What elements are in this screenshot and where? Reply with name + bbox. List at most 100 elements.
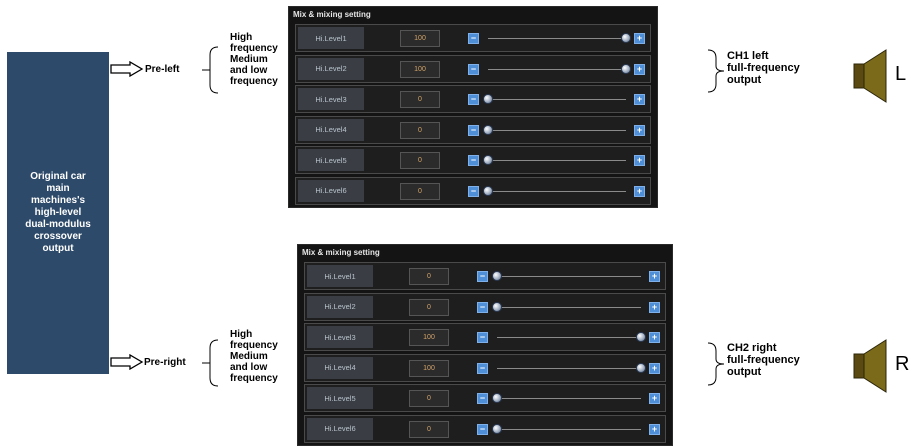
mix-row: Hi.Level2 100 − + [295, 54, 651, 83]
mix-panel-title: Mix & mixing setting [302, 248, 380, 257]
level-slider-track[interactable] [488, 160, 626, 161]
increase-button[interactable]: + [634, 155, 645, 166]
level-slider-track[interactable] [497, 398, 641, 399]
output-label-right: CH2 right full-frequency output [727, 342, 800, 378]
increase-button[interactable]: + [649, 271, 660, 282]
level-slider-track[interactable] [488, 129, 626, 131]
level-value-input[interactable]: 0 [400, 121, 440, 139]
decrease-button[interactable]: − [468, 94, 479, 105]
level-value-input[interactable]: 100 [400, 60, 440, 78]
pre-right-label: Pre-right [144, 357, 186, 368]
increase-button[interactable]: + [649, 393, 660, 404]
slider-knob-icon[interactable] [492, 423, 502, 434]
level-value-input[interactable]: 0 [400, 182, 440, 200]
level-slider-track[interactable] [488, 190, 626, 192]
level-value-input[interactable]: 0 [409, 268, 449, 285]
level-value-input[interactable]: 100 [409, 359, 449, 377]
slider-knob-icon[interactable] [621, 33, 631, 43]
row-name-label: Hi.Level5 [298, 149, 364, 171]
mix-row: Hi.Level6 0 − + [304, 414, 666, 443]
mix-panel-left: Mix & mixing setting Hi.Level1 100− + Hi.Le… [288, 6, 658, 208]
level-slider-track[interactable] [488, 68, 626, 70]
slider-knob-icon[interactable] [492, 301, 502, 312]
decrease-button[interactable]: − [468, 185, 479, 197]
row-name-label: Hi.Level2 [298, 57, 364, 80]
output-bracket-right-icon [707, 342, 725, 386]
row-name-label: Hi.Level6 [307, 417, 373, 440]
level-value-input[interactable]: 0 [409, 420, 449, 438]
decrease-button[interactable]: − [477, 362, 488, 374]
slider-knob-icon[interactable] [636, 332, 646, 342]
slider-knob-icon[interactable] [636, 362, 646, 373]
decrease-button[interactable]: − [468, 124, 479, 136]
mix-row: Hi.Level3 0 − + [295, 85, 651, 113]
mix-row: Hi.Level5 0 − + [295, 146, 651, 174]
decrease-button[interactable]: − [477, 423, 488, 435]
row-name-label: Hi.Level1 [307, 265, 373, 287]
mix-panel-title: Mix & mixing setting [293, 10, 371, 19]
level-slider-track[interactable] [497, 276, 641, 277]
side-letter-left: L [895, 63, 907, 85]
level-value-input[interactable]: 100 [400, 30, 440, 47]
slider-knob-icon[interactable] [492, 271, 502, 281]
slider-knob-icon[interactable] [483, 94, 493, 104]
mix-row: Hi.Level4 100 − + [304, 353, 666, 382]
output-bracket-left-icon [707, 49, 725, 93]
pre-right-arrow-icon [110, 354, 144, 370]
increase-button[interactable]: + [634, 124, 645, 136]
slider-knob-icon[interactable] [483, 155, 493, 165]
level-value-input[interactable]: 0 [409, 390, 449, 407]
level-slider-track[interactable] [488, 38, 626, 39]
level-slider-track[interactable] [497, 428, 641, 430]
increase-button[interactable]: + [634, 185, 645, 197]
increase-button[interactable]: + [649, 423, 660, 435]
row-name-label: Hi.Level3 [307, 326, 373, 348]
mix-row: Hi.Level1 0 − + [304, 262, 666, 290]
row-name-label: Hi.Level4 [298, 118, 364, 141]
increase-button[interactable]: + [634, 33, 645, 44]
pre-left-arrow-icon [110, 61, 144, 77]
decrease-button[interactable]: − [468, 33, 479, 44]
level-slider-track[interactable] [488, 99, 626, 100]
row-name-label: Hi.Level4 [307, 356, 373, 379]
row-name-label: Hi.Level5 [307, 387, 373, 409]
slider-knob-icon[interactable] [483, 124, 493, 135]
row-name-label: Hi.Level1 [298, 27, 364, 49]
level-value-input[interactable]: 0 [400, 152, 440, 169]
increase-button[interactable]: + [649, 332, 660, 343]
row-name-label: Hi.Level3 [298, 88, 364, 110]
increase-button[interactable]: + [634, 94, 645, 105]
side-letter-right: R [895, 353, 910, 375]
row-name-label: Hi.Level2 [307, 295, 373, 318]
mix-row: Hi.Level1 100 − + [295, 24, 651, 52]
level-value-input[interactable]: 0 [400, 91, 440, 108]
pre-left-label: Pre-left [145, 64, 180, 75]
increase-button[interactable]: + [649, 301, 660, 313]
level-slider-track[interactable] [497, 367, 641, 369]
mix-row: Hi.Level6 0 − + [295, 176, 651, 205]
mix-row: Hi.Level5 0 − + [304, 384, 666, 412]
slider-knob-icon[interactable] [492, 393, 502, 403]
row-name-label: Hi.Level6 [298, 179, 364, 202]
decrease-button[interactable]: − [477, 301, 488, 313]
slider-knob-icon[interactable] [483, 185, 493, 196]
speaker-left-icon [853, 49, 887, 103]
band-bracket-right-icon [202, 339, 219, 387]
mix-row: Hi.Level4 0 − + [295, 115, 651, 144]
level-slider-track[interactable] [497, 306, 641, 308]
decrease-button[interactable]: − [477, 393, 488, 404]
decrease-button[interactable]: − [477, 332, 488, 343]
band-bracket-left-icon [202, 46, 219, 94]
output-label-left: CH1 left full-frequency output [727, 50, 800, 86]
decrease-button[interactable]: − [468, 155, 479, 166]
increase-button[interactable]: + [634, 63, 645, 75]
decrease-button[interactable]: − [477, 271, 488, 282]
level-value-input[interactable]: 100 [409, 329, 449, 346]
mix-panel-right: Mix & mixing setting Hi.Level1 0− + Hi.Leve… [297, 244, 673, 446]
slider-knob-icon[interactable] [621, 63, 631, 74]
mix-row: Hi.Level2 0 − + [304, 292, 666, 321]
decrease-button[interactable]: − [468, 63, 479, 75]
level-value-input[interactable]: 0 [409, 298, 449, 316]
level-slider-track[interactable] [497, 337, 641, 338]
increase-button[interactable]: + [649, 362, 660, 374]
